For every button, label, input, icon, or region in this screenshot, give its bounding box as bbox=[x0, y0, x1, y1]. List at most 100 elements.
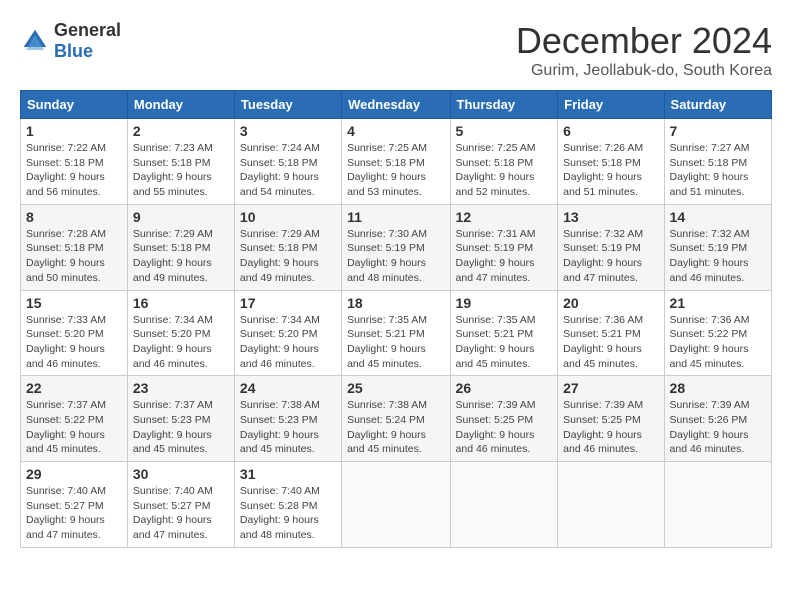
day-detail: Sunrise: 7:26 AMSunset: 5:18 PMDaylight:… bbox=[563, 141, 658, 200]
day-number: 14 bbox=[670, 209, 766, 225]
calendar-header-row: Sunday Monday Tuesday Wednesday Thursday… bbox=[21, 91, 772, 119]
day-detail: Sunrise: 7:32 AMSunset: 5:19 PMDaylight:… bbox=[670, 227, 766, 286]
day-detail: Sunrise: 7:40 AMSunset: 5:28 PMDaylight:… bbox=[240, 484, 336, 543]
day-number: 21 bbox=[670, 295, 766, 311]
day-number: 2 bbox=[133, 123, 229, 139]
day-number: 26 bbox=[456, 380, 553, 396]
day-detail: Sunrise: 7:38 AMSunset: 5:24 PMDaylight:… bbox=[347, 398, 444, 457]
calendar-cell: 28Sunrise: 7:39 AMSunset: 5:26 PMDayligh… bbox=[664, 376, 771, 462]
day-number: 19 bbox=[456, 295, 553, 311]
day-number: 18 bbox=[347, 295, 444, 311]
day-number: 10 bbox=[240, 209, 336, 225]
day-number: 25 bbox=[347, 380, 444, 396]
header-wednesday: Wednesday bbox=[342, 91, 450, 119]
day-detail: Sunrise: 7:27 AMSunset: 5:18 PMDaylight:… bbox=[670, 141, 766, 200]
calendar-cell: 9Sunrise: 7:29 AMSunset: 5:18 PMDaylight… bbox=[127, 204, 234, 290]
calendar-cell: 8 Sunrise: 7:28 AMSunset: 5:18 PMDaylight… bbox=[21, 204, 128, 290]
month-title: December 2024 bbox=[516, 20, 772, 62]
calendar-cell: 18 Sunrise: 7:35 AMSunset: 5:21 PMDayligh… bbox=[342, 290, 450, 376]
day-detail: Sunrise: 7:40 AMSunset: 5:27 PMDaylight:… bbox=[133, 484, 229, 543]
day-detail: Sunrise: 7:28 AMSunset: 5:18 PMDaylight:… bbox=[26, 227, 122, 286]
header-sunday: Sunday bbox=[21, 91, 128, 119]
day-detail: Sunrise: 7:39 AMSunset: 5:25 PMDaylight:… bbox=[563, 398, 658, 457]
day-detail: Sunrise: 7:25 AMSunset: 5:18 PMDaylight:… bbox=[347, 141, 444, 200]
calendar-cell: 17 Sunrise: 7:34 AMSunset: 5:20 PMDayligh… bbox=[234, 290, 341, 376]
day-detail: Sunrise: 7:23 AMSunset: 5:18 PMDaylight:… bbox=[133, 141, 229, 200]
day-detail: Sunrise: 7:37 AMSunset: 5:23 PMDaylight:… bbox=[133, 398, 229, 457]
day-detail: Sunrise: 7:34 AMSunset: 5:20 PMDaylight:… bbox=[133, 313, 229, 372]
subtitle: Gurim, Jeollabuk-do, South Korea bbox=[516, 62, 772, 80]
day-number: 24 bbox=[240, 380, 336, 396]
logo-text-blue: Blue bbox=[54, 41, 93, 61]
calendar-week-4: 22 Sunrise: 7:37 AMSunset: 5:22 PMDayligh… bbox=[21, 376, 772, 462]
calendar-cell: 22 Sunrise: 7:37 AMSunset: 5:22 PMDayligh… bbox=[21, 376, 128, 462]
calendar-cell: 4 Sunrise: 7:25 AMSunset: 5:18 PMDaylight… bbox=[342, 119, 450, 205]
day-detail: Sunrise: 7:37 AMSunset: 5:22 PMDaylight:… bbox=[26, 398, 122, 457]
day-number: 29 bbox=[26, 466, 122, 482]
title-area: December 2024 Gurim, Jeollabuk-do, South… bbox=[516, 20, 772, 80]
calendar-cell: 5Sunrise: 7:25 AMSunset: 5:18 PMDaylight… bbox=[450, 119, 558, 205]
day-detail: Sunrise: 7:35 AMSunset: 5:21 PMDaylight:… bbox=[347, 313, 444, 372]
day-number: 6 bbox=[563, 123, 658, 139]
header-monday: Monday bbox=[127, 91, 234, 119]
calendar-cell: 15 Sunrise: 7:33 AMSunset: 5:20 PMDayligh… bbox=[21, 290, 128, 376]
calendar-cell: 29Sunrise: 7:40 AMSunset: 5:27 PMDayligh… bbox=[21, 462, 128, 548]
calendar-cell bbox=[664, 462, 771, 548]
day-number: 15 bbox=[26, 295, 122, 311]
day-detail: Sunrise: 7:36 AMSunset: 5:22 PMDaylight:… bbox=[670, 313, 766, 372]
day-detail: Sunrise: 7:34 AMSunset: 5:20 PMDaylight:… bbox=[240, 313, 336, 372]
calendar-cell: 26 Sunrise: 7:39 AMSunset: 5:25 PMDayligh… bbox=[450, 376, 558, 462]
header-tuesday: Tuesday bbox=[234, 91, 341, 119]
day-number: 17 bbox=[240, 295, 336, 311]
day-number: 4 bbox=[347, 123, 444, 139]
calendar-cell: 27 Sunrise: 7:39 AMSunset: 5:25 PMDayligh… bbox=[558, 376, 664, 462]
day-number: 22 bbox=[26, 380, 122, 396]
calendar-cell bbox=[342, 462, 450, 548]
day-number: 27 bbox=[563, 380, 658, 396]
calendar-week-5: 29 Sunrise: 7:40 AMSunset: 5:27 PMDayligh… bbox=[21, 462, 772, 548]
calendar-cell: 16 Sunrise: 7:34 AMSunset: 5:20 PMDayligh… bbox=[127, 290, 234, 376]
day-detail: Sunrise: 7:33 AMSunset: 5:20 PMDaylight:… bbox=[26, 313, 122, 372]
calendar-cell: 1 Sunrise: 7:22 AMSunset: 5:18 PMDaylight… bbox=[21, 119, 128, 205]
day-number: 31 bbox=[240, 466, 336, 482]
day-detail: Sunrise: 7:32 AMSunset: 5:19 PMDaylight:… bbox=[563, 227, 658, 286]
calendar-cell: 6 Sunrise: 7:26 AMSunset: 5:18 PMDaylight… bbox=[558, 119, 664, 205]
calendar-cell: 14 Sunrise: 7:32 AMSunset: 5:19 PMDayligh… bbox=[664, 204, 771, 290]
calendar-cell: 20 Sunrise: 7:36 AMSunset: 5:21 PMDayligh… bbox=[558, 290, 664, 376]
day-number: 13 bbox=[563, 209, 658, 225]
calendar-cell: 2 Sunrise: 7:23 AMSunset: 5:18 PMDaylight… bbox=[127, 119, 234, 205]
calendar-cell: 21 Sunrise: 7:36 AMSunset: 5:22 PMDayligh… bbox=[664, 290, 771, 376]
header-thursday: Thursday bbox=[450, 91, 558, 119]
calendar-cell: 7 Sunrise: 7:27 AMSunset: 5:18 PMDaylight… bbox=[664, 119, 771, 205]
day-number: 7 bbox=[670, 123, 766, 139]
day-detail: Sunrise: 7:22 AMSunset: 5:18 PMDaylight:… bbox=[26, 141, 122, 200]
calendar-cell bbox=[558, 462, 664, 548]
calendar-cell: 30 Sunrise: 7:40 AMSunset: 5:27 PMDayligh… bbox=[127, 462, 234, 548]
day-detail: Sunrise: 7:39 AMSunset: 5:25 PMDaylight:… bbox=[456, 398, 553, 457]
day-number: 20 bbox=[563, 295, 658, 311]
logo-text-general: General bbox=[54, 20, 121, 40]
day-detail: Sunrise: 7:35 AMSunset: 5:21 PMDaylight:… bbox=[456, 313, 553, 372]
day-detail: Sunrise: 7:29 AMSunset: 5:18 PMDaylight:… bbox=[240, 227, 336, 286]
day-number: 1 bbox=[26, 123, 122, 139]
calendar-cell: 3Sunrise: 7:24 AMSunset: 5:18 PMDaylight… bbox=[234, 119, 341, 205]
calendar-cell: 11 Sunrise: 7:30 AMSunset: 5:19 PMDayligh… bbox=[342, 204, 450, 290]
day-detail: Sunrise: 7:30 AMSunset: 5:19 PMDaylight:… bbox=[347, 227, 444, 286]
logo-icon bbox=[20, 26, 50, 56]
day-number: 23 bbox=[133, 380, 229, 396]
day-number: 11 bbox=[347, 209, 444, 225]
header-saturday: Saturday bbox=[664, 91, 771, 119]
calendar-cell bbox=[450, 462, 558, 548]
day-detail: Sunrise: 7:24 AMSunset: 5:18 PMDaylight:… bbox=[240, 141, 336, 200]
day-number: 30 bbox=[133, 466, 229, 482]
calendar-table: Sunday Monday Tuesday Wednesday Thursday… bbox=[20, 90, 772, 548]
day-number: 8 bbox=[26, 209, 122, 225]
day-number: 16 bbox=[133, 295, 229, 311]
calendar-week-1: 1 Sunrise: 7:22 AMSunset: 5:18 PMDaylight… bbox=[21, 119, 772, 205]
day-detail: Sunrise: 7:29 AMSunset: 5:18 PMDaylight:… bbox=[133, 227, 229, 286]
day-number: 5 bbox=[456, 123, 553, 139]
logo: General Blue bbox=[20, 20, 121, 62]
day-detail: Sunrise: 7:36 AMSunset: 5:21 PMDaylight:… bbox=[563, 313, 658, 372]
calendar-cell: 24Sunrise: 7:38 AMSunset: 5:23 PMDayligh… bbox=[234, 376, 341, 462]
calendar-cell: 19 Sunrise: 7:35 AMSunset: 5:21 PMDayligh… bbox=[450, 290, 558, 376]
